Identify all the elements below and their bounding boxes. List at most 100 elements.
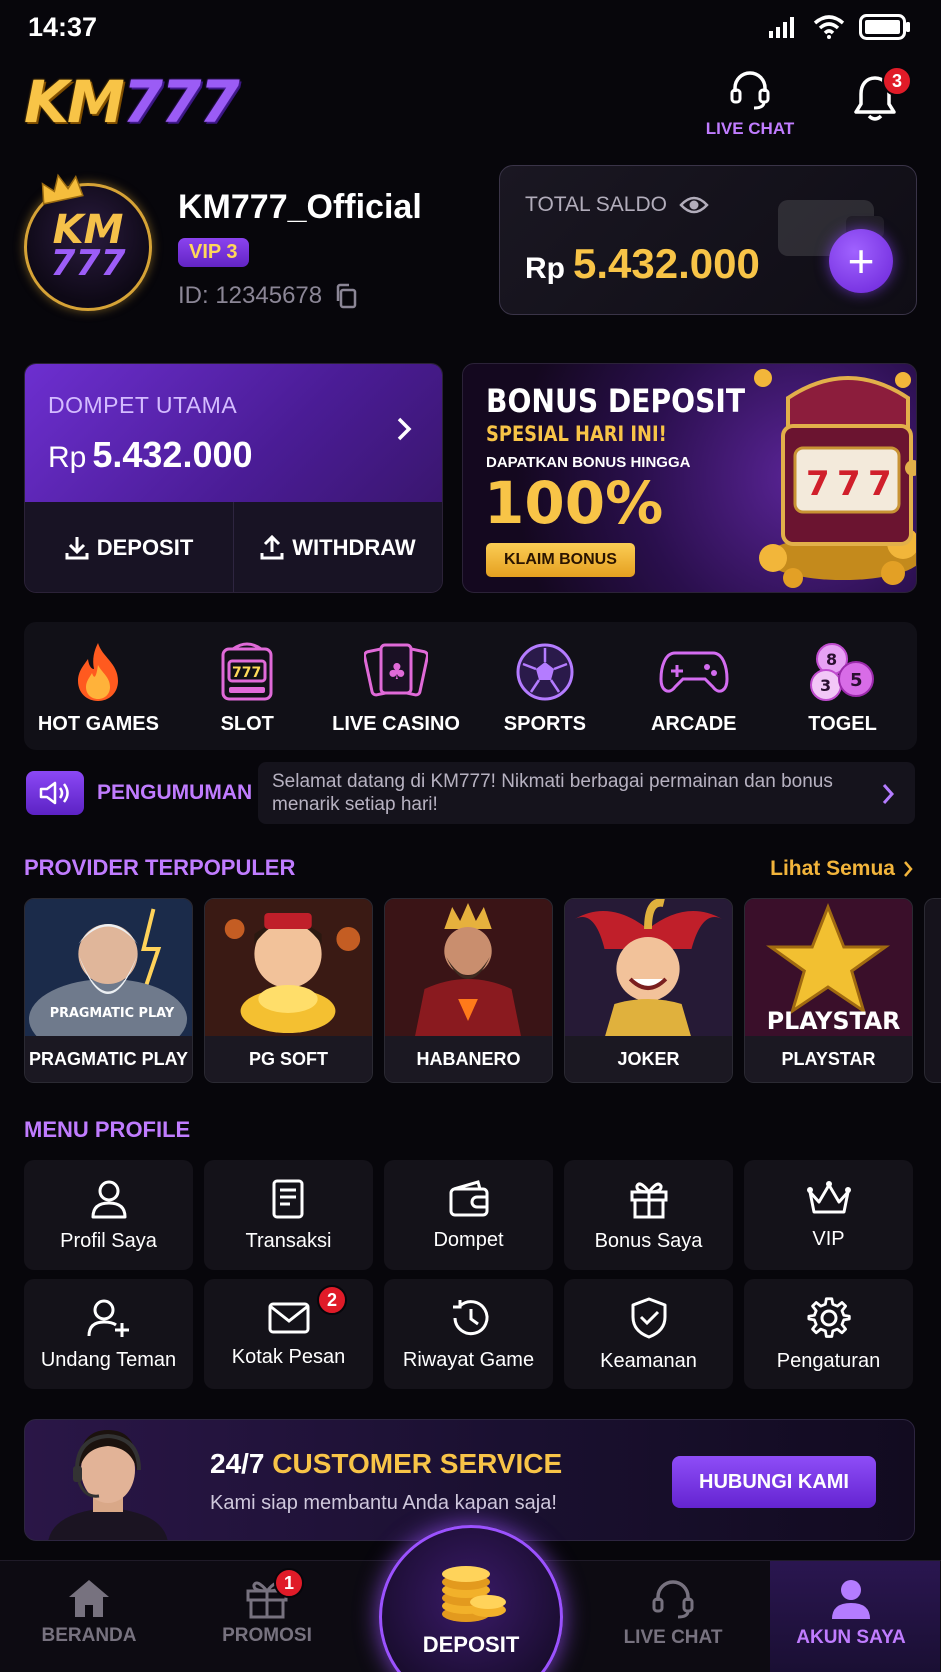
receipt-icon bbox=[272, 1179, 303, 1218]
nav-home[interactable]: BERANDA bbox=[4, 1577, 174, 1647]
vip-badge: VIP 3 bbox=[178, 238, 249, 267]
gamepad-icon bbox=[659, 651, 729, 693]
menu-label: Transaksi bbox=[245, 1229, 332, 1252]
menu-label: Dompet bbox=[433, 1228, 504, 1251]
menu-vip-button[interactable]: VIP bbox=[744, 1160, 913, 1270]
main-wallet-title: DOMPET UTAMA bbox=[48, 392, 238, 418]
category-live-casino[interactable]: ♣ LIVE CASINO bbox=[324, 637, 469, 736]
logo-km: KM bbox=[24, 68, 125, 136]
cs-subtitle: Kami siap membantu Anda kapan saja! bbox=[210, 1492, 557, 1514]
svg-text:7: 7 bbox=[868, 464, 892, 504]
game-category-bar: HOT GAMES 777 SLOT ♣ LIVE CASINO SPORTS … bbox=[24, 622, 917, 750]
announcement-icon-box bbox=[26, 771, 84, 815]
headset-icon bbox=[652, 1580, 694, 1619]
cs-title-prefix: 24/7 bbox=[210, 1448, 273, 1479]
provider-card-habanero[interactable]: HABANERO bbox=[384, 898, 553, 1083]
announcement-box[interactable]: Selamat datang di KM777! Nikmati berbaga… bbox=[258, 762, 915, 824]
star-icon: PLAYSTAR bbox=[745, 899, 912, 1038]
menu-transactions-button[interactable]: Transaksi bbox=[204, 1160, 373, 1270]
category-label: ARCADE bbox=[650, 712, 737, 735]
provider-label: PLAYSTAR bbox=[745, 1036, 912, 1082]
bonus-deposit-banner[interactable]: BONUS DEPOSIT SPESIAL HARI INI! DAPATKAN… bbox=[462, 363, 917, 593]
menu-wallet-button[interactable]: Dompet bbox=[384, 1160, 553, 1270]
promo-badge: 1 bbox=[274, 1568, 304, 1598]
menu-invite-button[interactable]: Undang Teman bbox=[24, 1279, 193, 1389]
main-wallet-amount: 5.432.000 bbox=[92, 434, 253, 475]
user-id-row: ID: 12345678 bbox=[178, 282, 358, 310]
contact-us-button[interactable]: HUBUNGI KAMI bbox=[672, 1456, 876, 1508]
upload-icon bbox=[260, 535, 284, 560]
main-wallet-header[interactable]: DOMPET UTAMA Rp 5.432.000 bbox=[25, 364, 442, 502]
bonus-subtitle: SPESIAL HARI INI! bbox=[486, 422, 667, 446]
menu-settings-button[interactable]: Pengaturan bbox=[744, 1279, 913, 1389]
slot-machine-treasure-icon: 7 7 7 bbox=[754, 369, 916, 588]
deposit-button[interactable]: DEPOSIT bbox=[25, 502, 233, 592]
lottery-ball-label: 5 bbox=[850, 670, 863, 691]
category-label: LIVE CASINO bbox=[332, 712, 460, 735]
gear-icon bbox=[806, 1296, 851, 1338]
category-arcade[interactable]: ARCADE bbox=[621, 637, 766, 736]
lottery-ball-label: 3 bbox=[820, 676, 831, 695]
home-icon bbox=[69, 1580, 109, 1617]
provider-card-pgsoft[interactable]: PG SOFT bbox=[204, 898, 373, 1083]
see-all-link[interactable]: Lihat Semua bbox=[770, 857, 913, 881]
category-hot-games[interactable]: HOT GAMES bbox=[26, 637, 171, 736]
provider-label: PG SOFT bbox=[205, 1036, 372, 1082]
category-label: TOGEL bbox=[808, 712, 877, 735]
menu-game-history-button[interactable]: Riwayat Game bbox=[384, 1279, 553, 1389]
crown-icon bbox=[806, 1180, 851, 1213]
category-sports[interactable]: SPORTS bbox=[472, 637, 617, 736]
deposit-button-label: DEPOSIT bbox=[96, 535, 194, 560]
menu-inbox-button[interactable]: Kotak Pesan bbox=[204, 1279, 373, 1389]
nav-home-label: BERANDA bbox=[41, 1625, 137, 1646]
see-all-label: Lihat Semua bbox=[770, 857, 895, 880]
nav-account[interactable]: AKUN SAYA bbox=[766, 1577, 936, 1649]
menu-label: Undang Teman bbox=[40, 1348, 177, 1371]
copy-icon[interactable] bbox=[334, 283, 358, 309]
main-wallet-balance: Rp 5.432.000 bbox=[48, 434, 253, 476]
habanero-king-art-icon bbox=[385, 899, 552, 1038]
category-label: SLOT bbox=[220, 712, 274, 735]
menu-security-button[interactable]: Keamanan bbox=[564, 1279, 733, 1389]
nav-promo[interactable]: PROMOSI bbox=[182, 1577, 352, 1647]
mail-icon bbox=[268, 1302, 309, 1333]
svg-text:7: 7 bbox=[837, 464, 861, 504]
provider-card-partial[interactable] bbox=[924, 898, 941, 1083]
withdraw-button[interactable]: WITHDRAW bbox=[233, 502, 442, 592]
category-label: SPORTS bbox=[503, 712, 587, 735]
notification-badge: 3 bbox=[882, 66, 912, 96]
gift-icon bbox=[630, 1182, 667, 1218]
announcement-text: Selamat datang di KM777! Nikmati berbaga… bbox=[272, 771, 833, 815]
main-wallet-card: DOMPET UTAMA Rp 5.432.000 DEPOSIT WITHDRA… bbox=[24, 363, 443, 593]
menu-bonus-button[interactable]: Bonus Saya bbox=[564, 1160, 733, 1270]
status-icons bbox=[769, 14, 911, 40]
menu-label: Kotak Pesan bbox=[231, 1345, 346, 1368]
menu-section-title: MENU PROFILE bbox=[24, 1117, 191, 1142]
provider-card-playstar[interactable]: PLAYSTAR PLAYSTAR bbox=[744, 898, 913, 1083]
svg-text:♣: ♣ bbox=[387, 660, 407, 685]
menu-profile-button[interactable]: Profil Saya bbox=[24, 1160, 193, 1270]
inbox-badge: 2 bbox=[317, 1285, 347, 1315]
username: KM777_Official bbox=[178, 188, 422, 226]
nav-live-chat[interactable]: LIVE CHAT bbox=[588, 1577, 758, 1649]
eye-icon[interactable] bbox=[679, 195, 709, 215]
soccer-ball-icon bbox=[516, 643, 574, 700]
zeus-art-icon: PRAGMATIC PLAY bbox=[25, 899, 192, 1038]
pgsoft-boy-art-icon bbox=[205, 899, 372, 1038]
download-icon bbox=[65, 537, 89, 560]
live-chat-label: LIVE CHAT bbox=[705, 119, 795, 138]
category-togel[interactable]: 8 3 5 TOGEL bbox=[770, 637, 915, 736]
speaker-icon bbox=[39, 781, 69, 805]
withdraw-button-label: WITHDRAW bbox=[292, 535, 416, 560]
menu-label: VIP bbox=[812, 1227, 845, 1250]
avatar-km-text: KM bbox=[52, 207, 124, 253]
menu-label: Bonus Saya bbox=[594, 1229, 703, 1252]
customer-service-banner: 24/7 CUSTOMER SERVICE Kami siap membantu… bbox=[24, 1419, 915, 1541]
provider-card-joker[interactable]: JOKER bbox=[564, 898, 733, 1083]
nav-deposit-label: DEPOSIT bbox=[422, 1632, 520, 1657]
provider-card-pragmatic[interactable]: PRAGMATIC PLAY PRAGMATIC PLAY bbox=[24, 898, 193, 1083]
claim-bonus-button[interactable]: KLAIM BONUS bbox=[486, 543, 635, 577]
category-slot[interactable]: 777 SLOT bbox=[175, 637, 320, 736]
add-balance-button[interactable]: + bbox=[829, 229, 893, 293]
header-live-chat-button[interactable]: LIVE CHAT bbox=[700, 68, 800, 139]
